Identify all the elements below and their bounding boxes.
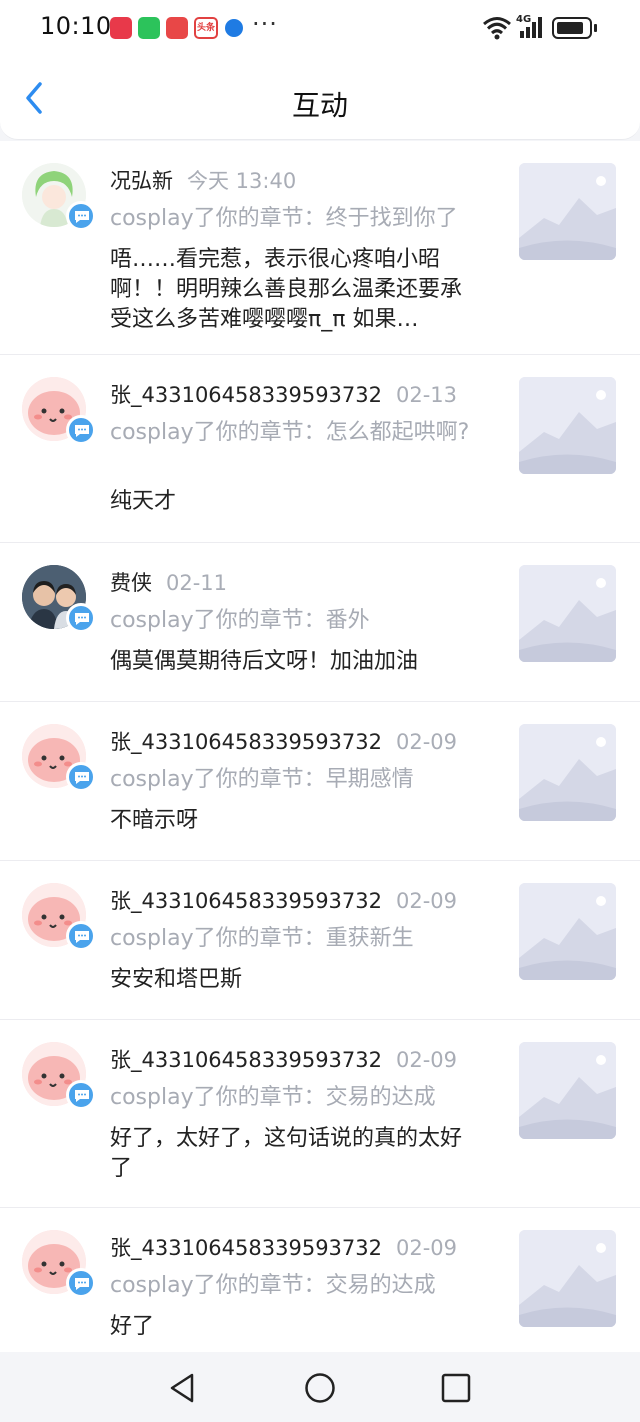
comment-time: 02-13 [396,383,458,407]
image-placeholder-icon [519,377,616,474]
list-item[interactable]: 张_433106458339593732 02-09 cosplay了你的章节：重… [0,861,640,1020]
interaction-list: 况弘新 今天 13:40 cosplay了你的章节：终于找到你了 唔……看完惹，表… [0,141,640,1368]
browser-notification-icon [225,19,243,37]
chapter-text[interactable]: cosplay了你的章节：番外 [110,607,490,635]
wifi-icon [483,17,511,40]
comment-time: 02-09 [396,889,458,913]
comment-text[interactable]: 安安和塔巴斯 [110,965,480,995]
comment-text[interactable]: 唔……看完惹，表示很心疼咱小昭啊！！明明辣么善良那么温柔还要承受这么多苦难嘤嘤嘤… [110,245,480,335]
user-name[interactable]: 张_433106458339593732 [110,1048,382,1072]
chapter-thumbnail[interactable] [519,1042,616,1139]
app-notification-icon [166,17,188,39]
comment-text[interactable]: 好了 [110,1312,480,1342]
user-name[interactable]: 张_433106458339593732 [110,730,382,754]
user-name[interactable]: 张_433106458339593732 [110,889,382,913]
comment-time: 今天 13:40 [187,169,297,193]
chapter-text[interactable]: cosplay了你的章节：早期感情 [110,766,490,794]
comment-badge-icon [66,762,96,792]
list-item[interactable]: 费侠 02-11 cosplay了你的章节：番外 偶莫偶莫期待后文呀！加油加油 [0,543,640,702]
back-triangle-icon [170,1373,194,1403]
comment-time: 02-09 [396,1048,458,1072]
wechat-notification-icon [138,17,160,39]
chapter-thumbnail[interactable] [519,377,616,474]
image-placeholder-icon [519,1230,616,1327]
comment-text[interactable]: 纯天才 [110,487,480,517]
chapter-thumbnail[interactable] [519,883,616,980]
toutiao-notification-icon: 头条 [194,17,218,39]
comment-badge-icon [66,603,96,633]
comment-time: 02-09 [396,1236,458,1260]
list-item[interactable]: 张_433106458339593732 02-13 cosplay了你的章节：怎… [0,355,640,543]
image-placeholder-icon [519,883,616,980]
signal-icon [520,17,542,38]
comment-time: 02-09 [396,730,458,754]
image-placeholder-icon [519,163,616,260]
user-name[interactable]: 张_433106458339593732 [110,383,382,407]
status-bar: 10:10 头条 ··· 4G [0,0,640,56]
user-name[interactable]: 况弘新 [110,169,173,193]
list-item[interactable]: 张_433106458339593732 02-09 cosplay了你的章节：早… [0,702,640,861]
comment-text[interactable]: 偶莫偶莫期待后文呀！加油加油 [110,647,480,677]
list-item[interactable]: 张_433106458339593732 02-09 cosplay了你的章节：交… [0,1020,640,1208]
user-name[interactable]: 张_433106458339593732 [110,1236,382,1260]
page-title: 互动 [291,89,348,122]
chapter-text[interactable]: cosplay了你的章节：交易的达成 [110,1084,490,1112]
image-placeholder-icon [519,565,616,662]
user-name[interactable]: 费侠 [110,571,152,595]
battery-icon [552,17,597,39]
app-notification-icon [110,17,132,39]
nav-home-button[interactable] [303,1371,337,1405]
comment-badge-icon [66,921,96,951]
chapter-text[interactable]: cosplay了你的章节：重获新生 [110,925,490,953]
header: 互动 [0,56,640,140]
list-item[interactable]: 张_433106458339593732 02-09 cosplay了你的章节：交… [0,1208,640,1368]
chapter-thumbnail[interactable] [519,163,616,260]
chapter-text[interactable]: cosplay了你的章节：怎么都起哄啊? [110,419,490,447]
chapter-thumbnail[interactable] [519,565,616,662]
comment-badge-icon [66,1080,96,1110]
comment-badge-icon [66,201,96,231]
image-placeholder-icon [519,1042,616,1139]
home-circle-icon [305,1373,335,1403]
status-time: 10:10 [40,12,112,40]
chapter-thumbnail[interactable] [519,724,616,821]
chapter-thumbnail[interactable] [519,1230,616,1327]
system-nav-bar [0,1352,640,1422]
comment-badge-icon [66,415,96,445]
chapter-text[interactable]: cosplay了你的章节：交易的达成 [110,1272,490,1300]
chapter-text[interactable]: cosplay了你的章节：终于找到你了 [110,205,490,233]
nav-recents-button[interactable] [439,1371,473,1405]
nav-back-button[interactable] [166,1371,200,1405]
comment-time: 02-11 [166,571,228,595]
comment-text[interactable]: 不暗示呀 [110,806,480,836]
image-placeholder-icon [519,724,616,821]
list-item[interactable]: 况弘新 今天 13:40 cosplay了你的章节：终于找到你了 唔……看完惹，表… [0,141,640,355]
recents-square-icon [441,1373,471,1403]
comment-badge-icon [66,1268,96,1298]
more-notifications-icon: ··· [252,10,278,38]
comment-text[interactable]: 好了，太好了，这句话说的真的太好了 [110,1124,480,1184]
